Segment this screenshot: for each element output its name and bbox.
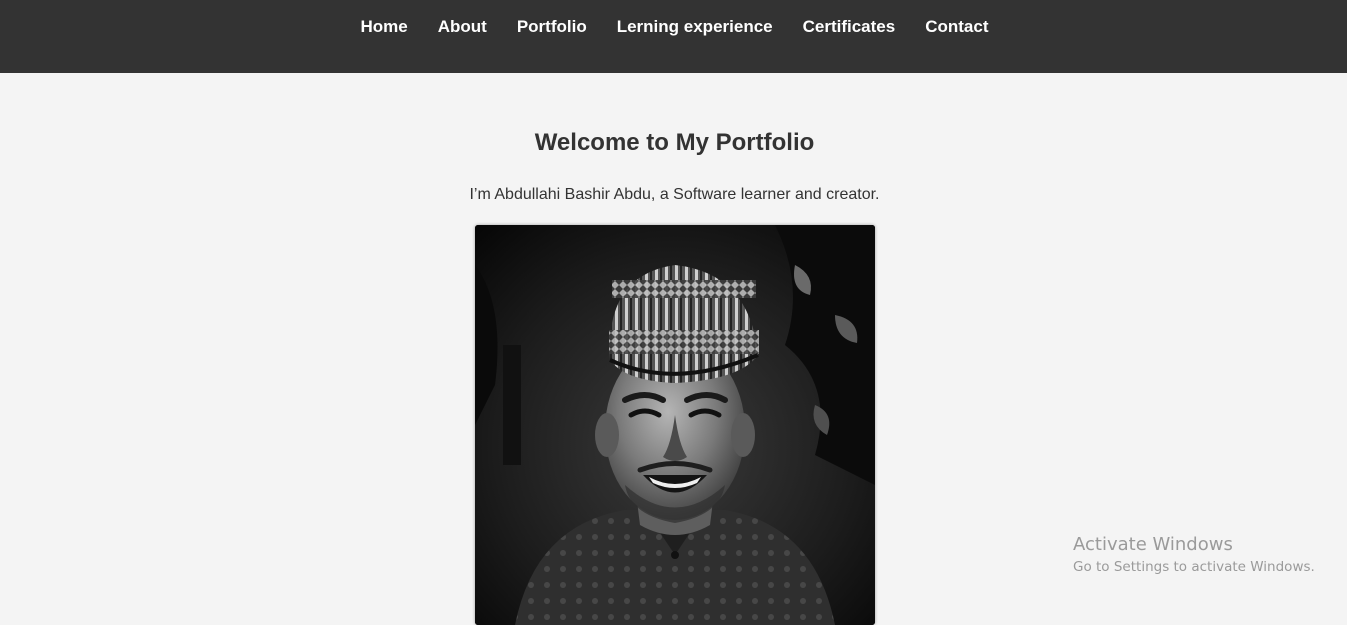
nav-item-home: Home bbox=[361, 17, 408, 37]
nav-item-portfolio: Portfolio bbox=[517, 17, 587, 37]
nav-item-learning-experience: Lerning experience bbox=[617, 17, 773, 37]
page-title: Welcome to My Portfolio bbox=[534, 129, 815, 156]
windows-activation-watermark: Activate Windows Go to Settings to activ… bbox=[1073, 534, 1315, 578]
nav-link-contact[interactable]: Contact bbox=[925, 17, 988, 36]
nav-link-certificates[interactable]: Certificates bbox=[803, 17, 896, 36]
profile-photo-illustration bbox=[475, 225, 875, 625]
nav-link-about[interactable]: About bbox=[438, 17, 487, 36]
profile-photo bbox=[475, 225, 875, 625]
nav-item-about: About bbox=[438, 17, 487, 37]
nav-menu: Home About Portfolio Lerning experience … bbox=[0, 17, 1347, 37]
watermark-title: Activate Windows bbox=[1073, 534, 1233, 555]
top-navbar: Home About Portfolio Lerning experience … bbox=[0, 0, 1347, 73]
nav-item-certificates: Certificates bbox=[803, 17, 896, 37]
nav-link-home[interactable]: Home bbox=[361, 17, 408, 36]
intro-text: I’m Abdullahi Bashir Abdu, a Software le… bbox=[469, 186, 880, 203]
nav-item-contact: Contact bbox=[925, 17, 988, 37]
watermark-subtitle: Go to Settings to activate Windows. bbox=[1073, 559, 1315, 575]
nav-link-learning-experience[interactable]: Lerning experience bbox=[617, 17, 773, 36]
nav-link-portfolio[interactable]: Portfolio bbox=[517, 17, 587, 36]
